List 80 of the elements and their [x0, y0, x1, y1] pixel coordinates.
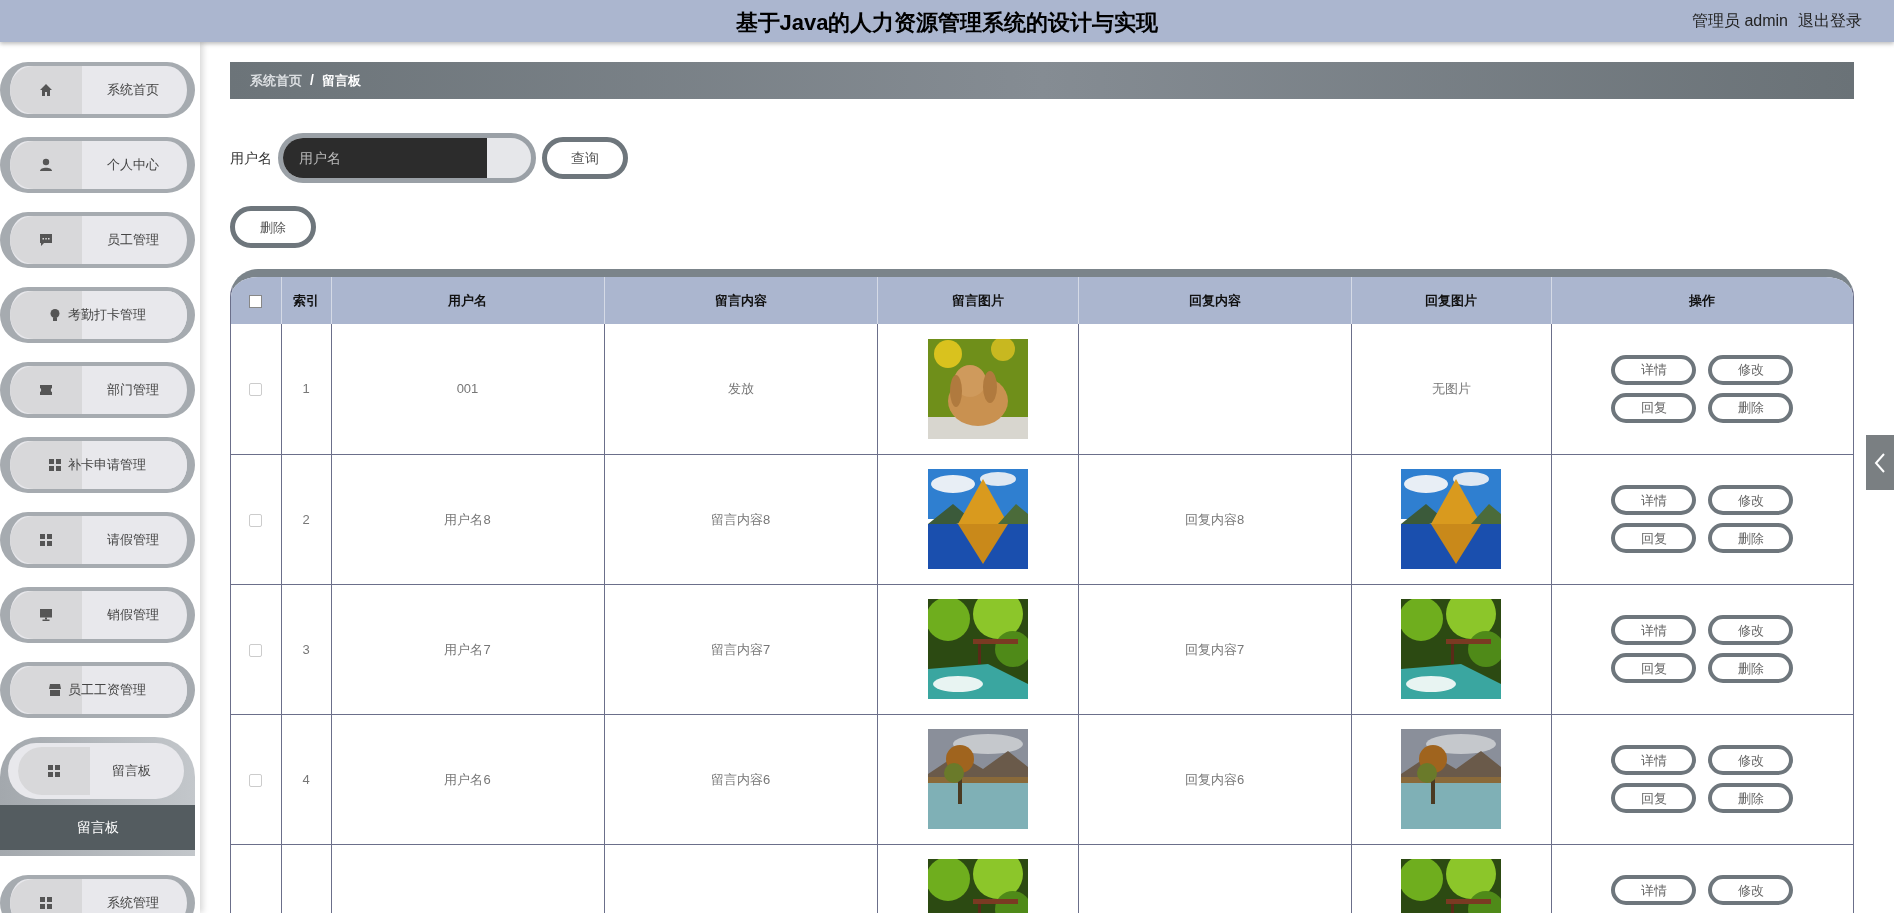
table-cell: 留言内容6 [710, 771, 771, 787]
table-cell: 3 [302, 641, 310, 657]
action-button[interactable]: 详情 [1611, 355, 1697, 386]
table-cell: 留言内容7 [710, 641, 771, 657]
collapse-tab[interactable] [1866, 435, 1894, 490]
action-button[interactable]: 修改 [1708, 615, 1794, 646]
menu-item[interactable]: 员工工资管理 [0, 662, 195, 718]
table-cell: 发放 [727, 381, 754, 397]
chat-icon [39, 233, 53, 247]
grid-icon [48, 458, 62, 472]
action-button[interactable]: 详情 [1611, 485, 1697, 516]
select-all-checkbox[interactable] [249, 295, 263, 309]
home-icon [39, 83, 53, 97]
logout-link[interactable]: 退出登录 [1798, 9, 1862, 33]
grid-icon [39, 896, 53, 910]
menu-item[interactable]: 个人中心 [0, 137, 195, 193]
menu-item[interactable]: 系统首页 [0, 62, 195, 118]
row-checkbox[interactable] [249, 383, 263, 397]
app-title: 基于Java的人力资源管理系统的设计与实现 [735, 9, 1159, 37]
grid-icon [47, 764, 61, 778]
menu-item[interactable]: 留言板 [8, 743, 184, 799]
action-button[interactable]: 回复 [1611, 653, 1697, 684]
action-button[interactable]: 详情 [1611, 615, 1697, 646]
table-cell: 001 [456, 381, 479, 397]
lightbulb-icon [48, 308, 62, 322]
action-button[interactable]: 修改 [1708, 875, 1794, 906]
store-icon [48, 683, 62, 697]
action-button[interactable]: 删除 [1708, 653, 1794, 684]
row-checkbox[interactable] [249, 773, 263, 787]
table-cell: 回复内容6 [1184, 771, 1245, 787]
action-button[interactable]: 回复 [1611, 783, 1697, 814]
table-cell: 用户名7 [444, 641, 491, 657]
submenu-item[interactable]: 留言板 [0, 805, 195, 850]
column-header: 留言图片 [877, 277, 1078, 325]
table-cell: 回复内容8 [1184, 511, 1245, 527]
menu-item[interactable]: 补卡申请管理 [0, 437, 195, 493]
breadcrumb-separator: / [310, 71, 314, 91]
action-button[interactable]: 删除 [1708, 393, 1794, 424]
table-cell: 1 [302, 381, 310, 397]
table-cell: 4 [302, 771, 310, 787]
action-button[interactable]: 详情 [1611, 745, 1697, 776]
user-label: 管理员 admin [1691, 11, 1788, 31]
ticket-icon [39, 383, 53, 397]
breadcrumb-link[interactable]: 系统首页 [250, 70, 302, 91]
table-cell: 无图片 [1431, 381, 1471, 397]
grid-icon [39, 533, 53, 547]
table-cell: 回复内容7 [1184, 641, 1245, 657]
menu-item[interactable]: 员工管理 [0, 212, 195, 268]
table-cell: 2 [302, 511, 310, 527]
table-cell: 用户名6 [444, 771, 491, 787]
action-button[interactable]: 修改 [1708, 485, 1794, 516]
column-header: 用户名 [331, 277, 604, 325]
column-header: 操作 [1551, 277, 1853, 325]
row-checkbox[interactable] [249, 643, 263, 657]
action-button[interactable]: 详情 [1611, 875, 1697, 906]
menu-item[interactable]: 请假管理 [0, 512, 195, 568]
row-checkbox[interactable] [249, 513, 263, 527]
table-cell: 用户名8 [444, 511, 491, 527]
chevron-left-icon [1874, 451, 1886, 474]
table-cell: 留言内容8 [710, 511, 771, 527]
action-button[interactable]: 删除 [1708, 783, 1794, 814]
action-button[interactable]: 删除 [1708, 523, 1794, 554]
column-header: 回复内容 [1078, 277, 1351, 325]
column-header: 回复图片 [1351, 277, 1551, 325]
menu-item[interactable]: 考勤打卡管理 [0, 287, 195, 343]
action-button[interactable]: 回复 [1611, 393, 1697, 424]
menu-item[interactable]: 部门管理 [0, 362, 195, 418]
menu-item[interactable]: 销假管理 [0, 587, 195, 643]
action-button[interactable]: 回复 [1611, 523, 1697, 554]
column-header: 留言内容 [604, 277, 877, 325]
menu-item[interactable]: 系统管理 [0, 875, 195, 913]
delete-button[interactable]: 删除 [230, 206, 316, 249]
search-field[interactable]: 用户名 [278, 133, 536, 184]
search-label: 用户名 [230, 148, 272, 168]
action-button[interactable]: 修改 [1708, 355, 1794, 386]
search-button[interactable]: 查询 [542, 137, 628, 180]
action-button[interactable]: 修改 [1708, 745, 1794, 776]
user-icon [39, 158, 53, 172]
column-header: 索引 [281, 277, 331, 325]
monitor-icon [39, 608, 53, 622]
